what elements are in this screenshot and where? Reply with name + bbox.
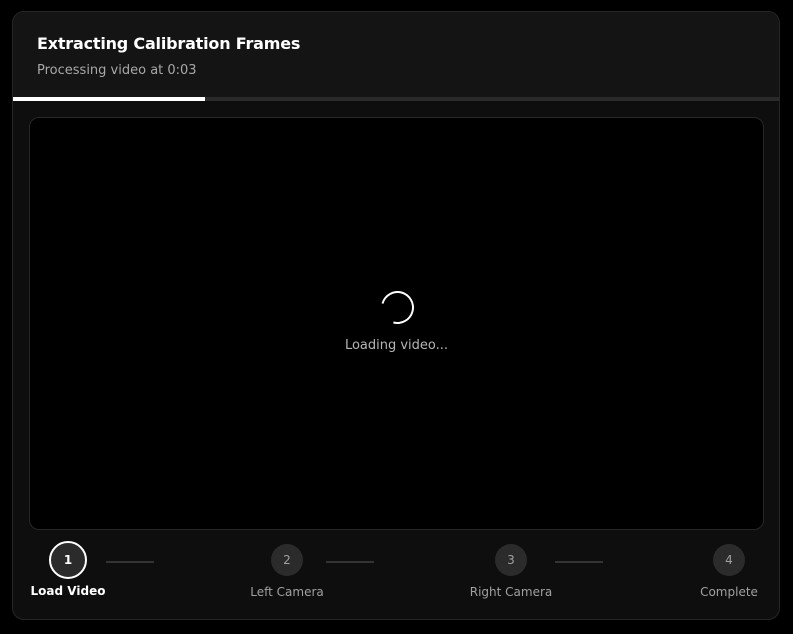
step-number: 2 xyxy=(271,544,303,576)
step-label: Load Video xyxy=(30,584,106,598)
step-complete: 4 Complete xyxy=(679,540,779,599)
dialog-subtitle: Processing video at 0:03 xyxy=(37,63,197,78)
step-connector xyxy=(555,561,603,563)
loading-text: Loading video... xyxy=(344,338,449,353)
dialog-title: Extracting Calibration Frames xyxy=(37,34,301,53)
step-label: Left Camera xyxy=(250,585,324,599)
dialog-header: Extracting Calibration Frames Processing… xyxy=(13,12,779,97)
progress-fill xyxy=(13,97,205,101)
step-load-video: 1 Load Video xyxy=(18,540,118,598)
step-label: Right Camera xyxy=(469,585,553,599)
video-preview: Loading video... xyxy=(29,117,764,530)
step-number: 3 xyxy=(495,544,527,576)
step-right-camera: 3 Right Camera xyxy=(461,540,561,599)
step-left-camera: 2 Left Camera xyxy=(237,540,337,599)
loading-spinner-icon xyxy=(374,284,421,331)
calibration-dialog: Extracting Calibration Frames Processing… xyxy=(12,11,780,620)
step-number: 1 xyxy=(49,541,87,579)
progress-bar xyxy=(13,97,779,101)
step-label: Complete xyxy=(700,585,758,599)
stepper: 1 Load Video 2 Left Camera 3 Right Camer… xyxy=(13,540,779,610)
step-number: 4 xyxy=(713,544,745,576)
